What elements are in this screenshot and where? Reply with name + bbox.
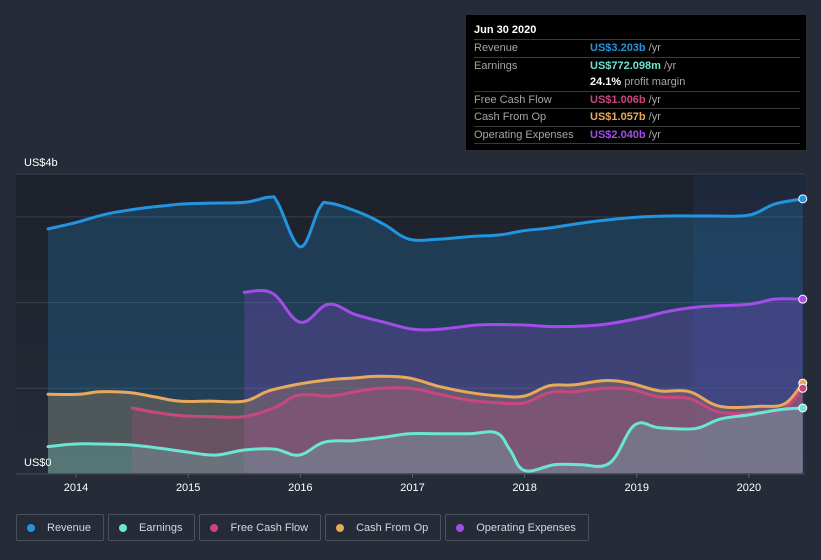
x-tick-label: 2016 [288, 482, 312, 494]
tooltip-row: Earnings US$772.098m/yr [474, 58, 800, 75]
tooltip-row-label: Earnings [474, 59, 518, 72]
tooltip-row-unit: /yr [663, 59, 677, 72]
tooltip-row-value: US$1.057b [590, 111, 646, 123]
x-tick-label: 2020 [737, 482, 761, 494]
legend-label: Cash From Op [356, 521, 429, 534]
legend-dot-icon [27, 523, 35, 532]
legend-label: Earnings [139, 521, 183, 534]
tooltip-row: 24.1% profit margin [474, 74, 800, 92]
legend-label: Free Cash Flow [230, 521, 309, 534]
tooltip-row-value: US$2.040b [590, 128, 646, 141]
legend-item-revenue[interactable]: Revenue [16, 514, 105, 541]
x-tick-label: 2017 [400, 482, 424, 494]
tooltip-row-unit: profit margin [624, 76, 686, 88]
revenue-endpoint[interactable] [798, 194, 808, 204]
legend-dot-icon [456, 523, 465, 532]
tooltip-row-value: US$772.098m [590, 59, 661, 72]
x-tick-label: 2018 [512, 482, 536, 494]
tooltip-row-label: Revenue [474, 42, 519, 54]
y-axis-top-label: US$4b [24, 157, 58, 169]
x-tick-label: 2015 [176, 482, 200, 494]
legend-item-cash-from-op[interactable]: Cash From Op [325, 514, 442, 541]
tooltip-row-value: US$3.203b [590, 42, 646, 54]
tooltip-row: Operating Expenses US$2.040b/yr [474, 127, 800, 144]
tooltip-row-label: Cash From Op [474, 111, 547, 123]
tooltip-row-unit: /yr [648, 111, 661, 123]
tooltip-panel: Jun 30 2020 Revenue US$3.203b/yr Earnings U… [466, 15, 806, 150]
earnings-endpoint[interactable] [798, 403, 808, 413]
legend-item-earnings[interactable]: Earnings [108, 514, 196, 541]
legend-dot-icon [119, 523, 128, 532]
legend-dot-icon [210, 523, 219, 532]
tooltip-row-label: Operating Expenses [474, 128, 574, 141]
tooltip-row-label [474, 74, 590, 91]
tooltip-row-unit: /yr [648, 93, 661, 106]
legend-item-operating-expenses[interactable]: Operating Expenses [445, 514, 589, 541]
legend-label: Operating Expenses [476, 521, 576, 534]
tooltip-row-unit: /yr [648, 128, 661, 141]
x-tick-label: 2014 [64, 482, 88, 494]
legend-label: Revenue [47, 521, 92, 534]
tooltip-row-value: US$1.006b [590, 93, 646, 106]
tooltip-row-unit: /yr [648, 42, 661, 54]
tooltip-row-label: Free Cash Flow [474, 93, 552, 106]
x-tick-label: 2019 [625, 482, 649, 494]
tooltip-row: Revenue US$3.203b/yr [474, 40, 800, 58]
tooltip-row: Cash From Op US$1.057b/yr [474, 109, 800, 127]
y-axis-bottom-label: US$0 [24, 457, 52, 469]
free-cash-flow-endpoint[interactable] [798, 383, 808, 393]
chart-legend: Revenue Earnings Free Cash Flow Cash From O… [16, 514, 589, 541]
operating-expenses-endpoint[interactable] [798, 294, 808, 304]
tooltip-date: Jun 30 2020 [474, 22, 800, 40]
tooltip-row: Free Cash Flow US$1.006b/yr [474, 92, 800, 109]
legend-item-free-cash-flow[interactable]: Free Cash Flow [199, 514, 322, 541]
tooltip-row-value: 24.1% [590, 76, 622, 88]
legend-dot-icon [336, 523, 345, 532]
